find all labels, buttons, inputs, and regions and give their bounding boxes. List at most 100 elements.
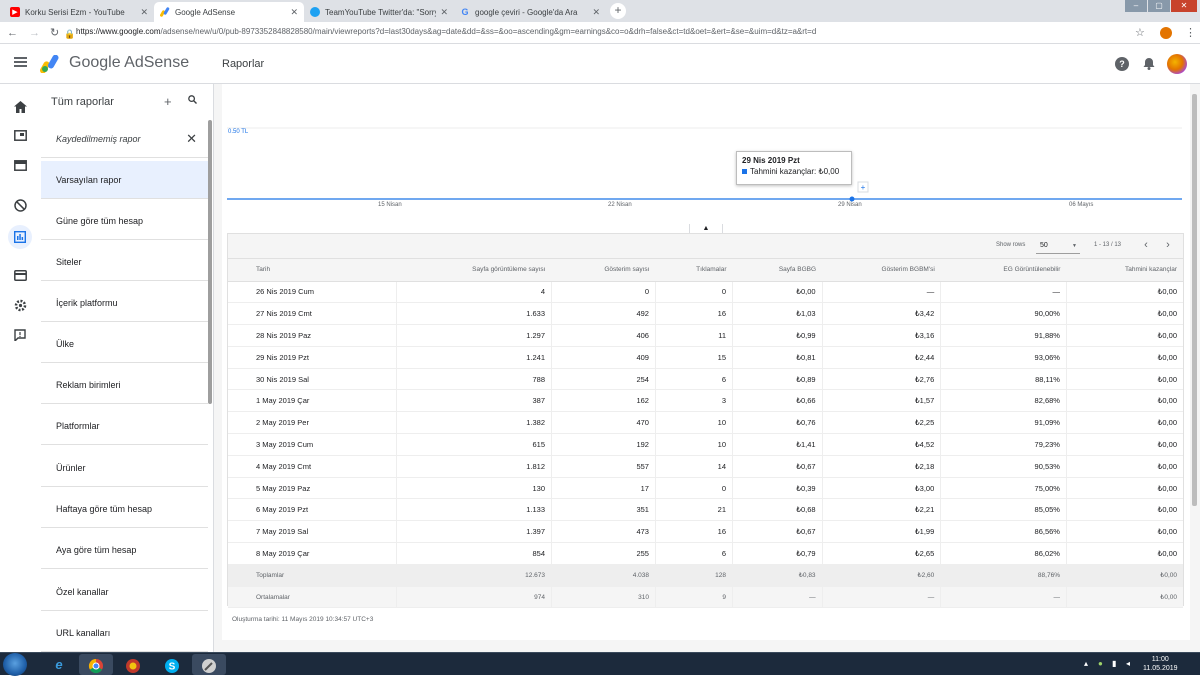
column-header[interactable]: Sayfa görüntüleme sayısı [396, 259, 552, 282]
add-icon[interactable]: + [164, 94, 172, 109]
skype-icon[interactable]: S [155, 654, 189, 675]
prev-page-icon[interactable]: ‹ [1138, 238, 1154, 254]
x-tick-label: 15 Nisan [378, 202, 402, 208]
table-cell: 91,88% [940, 324, 1067, 347]
table-cell: ₺1,03 [732, 302, 823, 326]
sites-icon[interactable] [13, 160, 27, 174]
tab-close-icon[interactable]: ✕ [290, 7, 298, 18]
new-tab-button[interactable]: + [610, 3, 626, 19]
report-item[interactable]: Aya göre tüm hesap [41, 531, 208, 569]
report-item[interactable]: Varsayılan rapor [41, 161, 208, 199]
network-icon[interactable]: ▮ [1112, 659, 1116, 668]
tray-arrow-icon[interactable]: ▴ [1084, 659, 1088, 668]
brand-name: Google AdSense [69, 54, 190, 71]
column-header[interactable]: Sayfa BGBG [732, 259, 823, 282]
payments-icon[interactable] [13, 270, 27, 284]
panel-scrollbar[interactable] [208, 120, 212, 404]
address-bar[interactable]: https://www.google.com/adsense/new/u/0/p… [76, 27, 816, 36]
report-item[interactable]: İçerik platformu [41, 284, 208, 322]
column-header[interactable]: Gösterim BGBM'si [822, 259, 941, 282]
main-scrollbar[interactable] [1192, 94, 1197, 506]
home-icon[interactable] [13, 101, 27, 115]
tab-close-icon[interactable]: ✕ [440, 7, 448, 18]
table-cell: 1.397 [396, 520, 553, 544]
table-cell: 15 [655, 346, 734, 369]
table-cell: ₺0,00 [1066, 433, 1183, 456]
browser-tab-active[interactable]: Google AdSense ✕ [154, 2, 304, 22]
table-cell: ₺0,00 [1066, 586, 1183, 609]
table-cell: 788 [396, 368, 553, 391]
lock-icon[interactable]: 🔒 [64, 26, 75, 42]
profile-avatar[interactable] [1160, 27, 1172, 39]
ads-icon[interactable] [13, 130, 27, 144]
table-cell: 28 Nis 2019 Paz [228, 324, 397, 347]
table-row: 6 May 2019 Pzt 1.133 351 21 ₺0,68 ₺2,21 85,05%… [228, 498, 1183, 522]
volume-icon[interactable]: ◂ [1126, 659, 1130, 668]
chart-point[interactable] [849, 196, 855, 202]
report-item[interactable]: Haftaya göre tüm hesap [41, 490, 208, 528]
report-item[interactable]: Ülke [41, 325, 208, 363]
account-avatar[interactable] [1167, 54, 1187, 74]
feedback-icon[interactable] [13, 329, 27, 343]
system-clock[interactable]: 11:00 11.05.2019 [1143, 655, 1178, 673]
game-icon[interactable] [116, 654, 150, 675]
table-cell: 85,05% [940, 498, 1067, 522]
table-cell: ₺1,99 [822, 520, 942, 544]
reports-icon[interactable] [8, 225, 32, 249]
page-range: 1 - 13 / 13 [1094, 242, 1122, 248]
report-item[interactable]: Siteler [41, 243, 208, 281]
help-icon[interactable]: ? [1115, 57, 1129, 71]
report-item-unsaved[interactable]: Kaydedilmemiş rapor ✕ [41, 120, 208, 158]
report-item[interactable]: Platformlar [41, 407, 208, 445]
tab-close-icon[interactable]: ✕ [592, 7, 600, 18]
table-cell: ₺0,81 [732, 346, 823, 369]
settings-icon[interactable] [13, 299, 27, 313]
table-cell: — [732, 586, 823, 609]
table-cell: 409 [551, 346, 656, 369]
column-header[interactable]: EG Görüntülenebilir [940, 259, 1067, 282]
table-cell: 9 [655, 586, 734, 609]
report-item[interactable]: Reklam birimleri [41, 366, 208, 404]
minimize-button[interactable]: – [1125, 0, 1147, 12]
browser-tab[interactable]: TeamYouTube Twitter'da: "Sorry ✕ [304, 2, 454, 22]
search-icon[interactable] [188, 95, 197, 107]
forward-icon[interactable]: → [29, 25, 40, 41]
close-window-button[interactable]: ✕ [1171, 0, 1197, 12]
tab-close-icon[interactable]: ✕ [140, 7, 148, 18]
tool-icon[interactable] [192, 654, 226, 675]
bookmark-star-icon[interactable]: ☆ [1135, 25, 1145, 41]
table-cell: 4.038 [551, 564, 656, 587]
column-header[interactable]: Gösterim sayısı [551, 259, 656, 282]
menu-kebab-icon[interactable]: ⋮ [1185, 25, 1196, 41]
column-header[interactable]: Tahmini kazançlar [1066, 259, 1183, 282]
menu-icon[interactable] [14, 57, 27, 67]
browser-tab[interactable]: ▶ Korku Serisi Ezm - YouTube ✕ [4, 2, 154, 22]
back-icon[interactable]: ← [7, 25, 18, 41]
report-item[interactable]: Özel kanallar [41, 573, 208, 611]
notifications-icon[interactable] [1142, 57, 1156, 71]
table-cell: ₺0,66 [732, 389, 823, 413]
rows-per-page-select[interactable]: 50 ▼ [1036, 238, 1080, 254]
browser-tab[interactable]: G google çeviri - Google'da Ara ✕ [454, 2, 606, 22]
column-header[interactable]: Tıklamalar [655, 259, 733, 282]
close-icon[interactable]: ✕ [186, 120, 197, 158]
report-item[interactable]: URL kanalları [41, 614, 208, 652]
maximize-button[interactable]: ▢ [1148, 0, 1170, 12]
table-cell: 26 Nis 2019 Cum [228, 281, 397, 304]
next-page-icon[interactable]: › [1160, 238, 1176, 254]
block-icon[interactable] [13, 199, 27, 213]
ie-icon[interactable]: e [42, 654, 76, 675]
table-cell: ₺0,00 [1066, 346, 1183, 369]
column-header[interactable]: Tarih [228, 259, 397, 282]
report-item[interactable]: Ürünler [41, 449, 208, 487]
tray-app-icon[interactable]: ● [1098, 659, 1103, 668]
add-annotation-icon[interactable]: + [857, 181, 869, 193]
start-button[interactable] [3, 653, 27, 676]
chrome-icon[interactable] [79, 654, 113, 675]
table-cell: 473 [551, 520, 656, 544]
created-timestamp: Oluşturma tarihi: 11 Mayıs 2019 10:34:57… [232, 616, 374, 623]
youtube-icon: ▶ [10, 7, 20, 17]
report-item[interactable]: Güne göre tüm hesap [41, 202, 208, 240]
reload-icon[interactable]: ↻ [50, 25, 59, 41]
show-rows-label: Show rows [996, 242, 1026, 248]
